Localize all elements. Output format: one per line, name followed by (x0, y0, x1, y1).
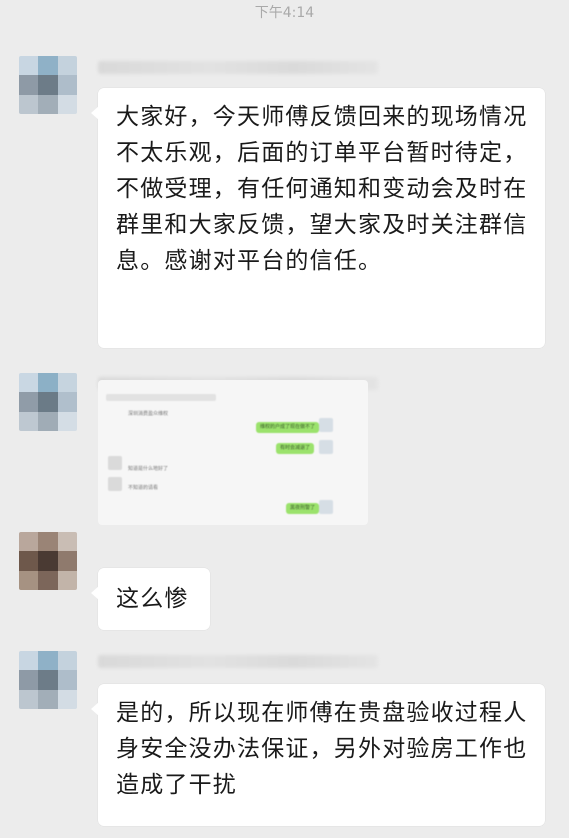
message-text: 这么惨 (116, 586, 189, 612)
sender-name (98, 655, 378, 668)
embedded-avatar (319, 440, 333, 454)
embedded-right-message: 维权的户成了现在做不了 (256, 422, 320, 433)
timestamp: 下午4:14 (254, 5, 315, 21)
embedded-header-blur (106, 394, 216, 401)
sender-name (98, 61, 378, 74)
message-text: 大家好，今天师傅反馈回来的现场情况不太乐观，后面的订单平台暂时待定，不做受理，有… (116, 104, 528, 274)
embedded-right-message: 有时会减退了 (276, 443, 315, 454)
embedded-avatar (319, 500, 333, 514)
message-bubble[interactable]: 是的，所以现在师傅在贵盘验收过程人身安全没办法保证，另外对验房工作也造成了干扰 (91, 684, 545, 826)
avatar[interactable] (19, 651, 77, 709)
embedded-avatar (108, 456, 122, 470)
embedded-left-message: 深圳消费盈众维权 (128, 411, 169, 417)
avatar[interactable] (19, 373, 77, 431)
embedded-left-message: 不知道的请看 (128, 485, 159, 491)
embedded-right-message: 黑夜刑警了 (286, 503, 320, 514)
message-bubble[interactable]: 大家好，今天师傅反馈回来的现场情况不太乐观，后面的订单平台暂时待定，不做受理，有… (91, 88, 545, 348)
image-message[interactable]: 深圳消费盈众维权 维权的户成了现在做不了 有时会减退了 知道是什么地好了 不知道… (98, 380, 368, 525)
message-text: 是的，所以现在师傅在贵盘验收过程人身安全没办法保证，另外对验房工作也造成了干扰 (116, 700, 528, 798)
avatar[interactable] (19, 532, 77, 590)
message-bubble[interactable]: 这么惨 (91, 568, 210, 630)
embedded-avatar (108, 477, 122, 491)
embedded-avatar (319, 418, 333, 432)
avatar[interactable] (19, 56, 77, 114)
embedded-left-message: 知道是什么地好了 (128, 466, 169, 472)
